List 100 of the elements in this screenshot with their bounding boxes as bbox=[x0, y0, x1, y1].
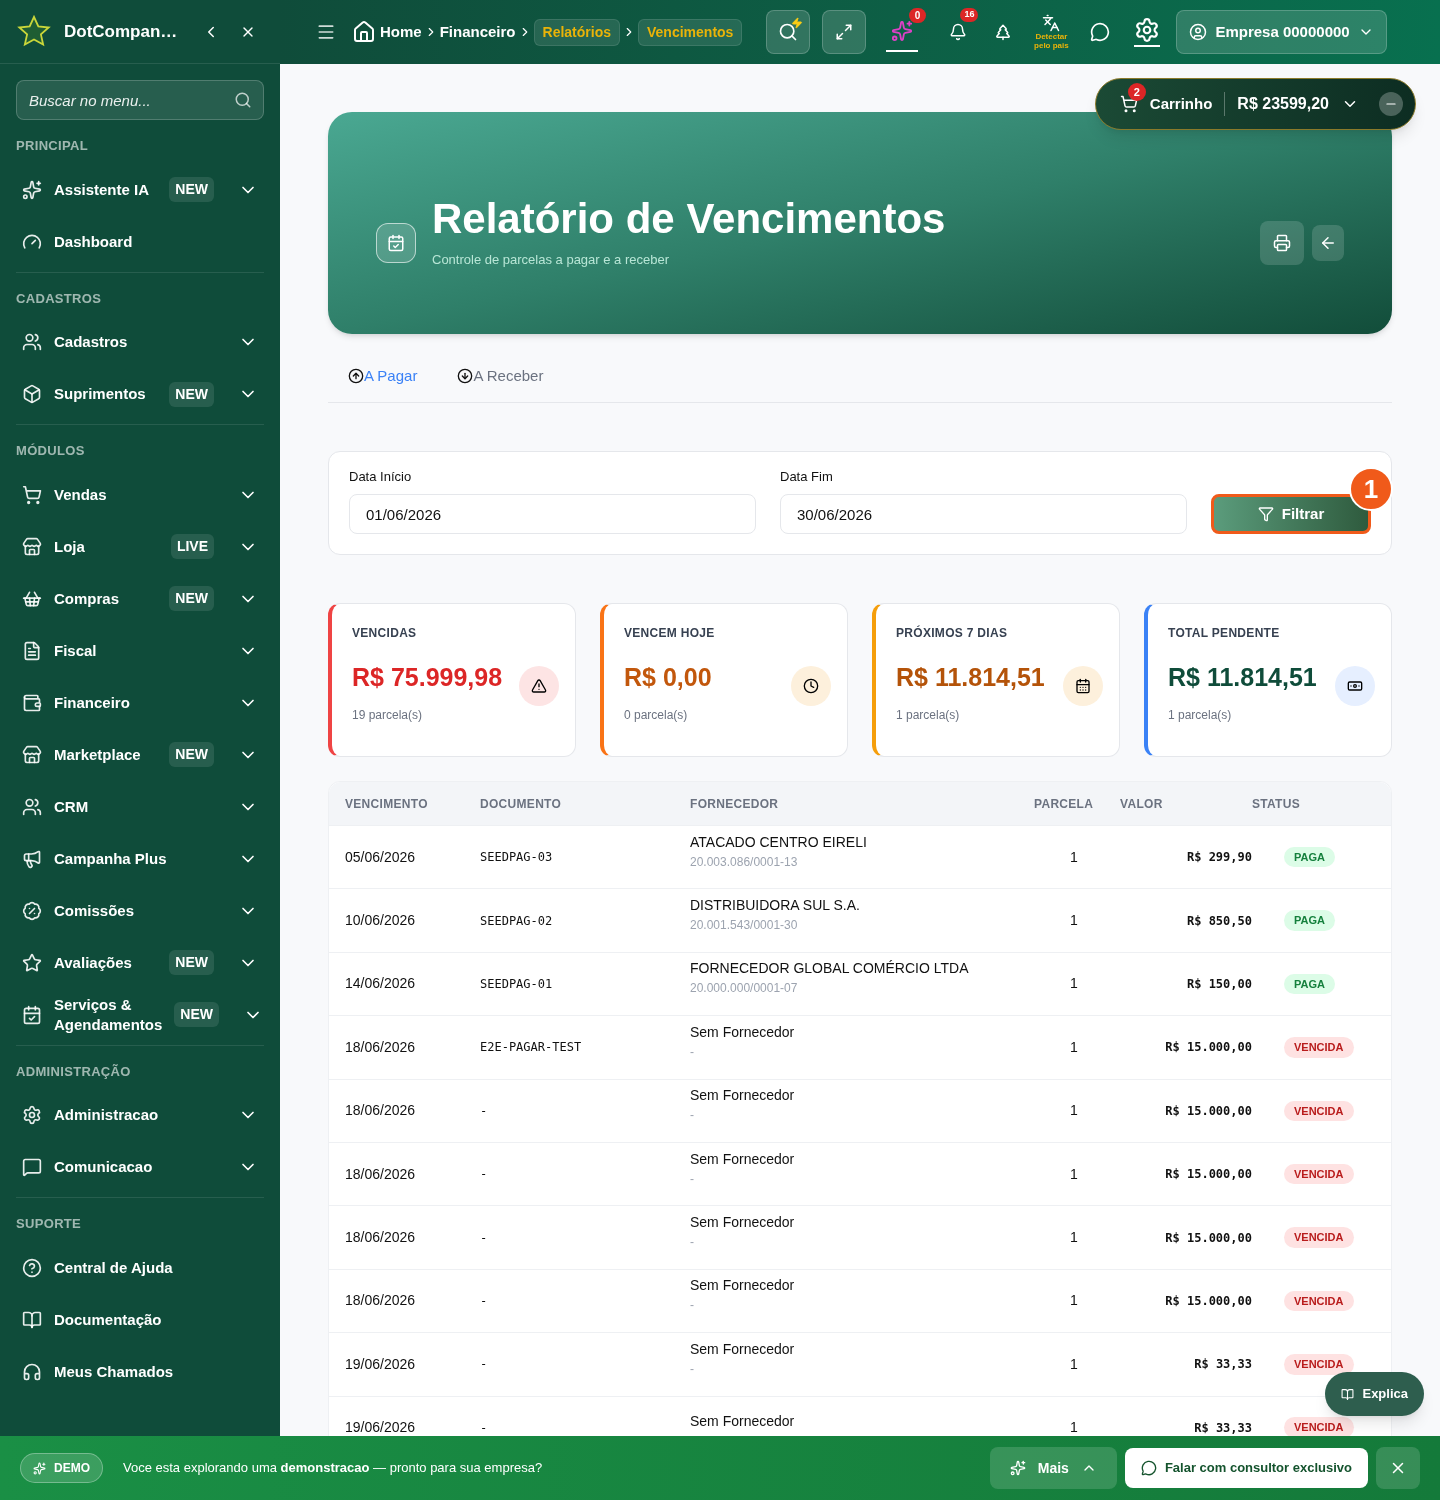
menu-item[interactable]: Central de Ajuda bbox=[16, 1241, 264, 1294]
status-badge: VENCIDA bbox=[1284, 1037, 1354, 1058]
menu-item[interactable]: Meus Chamados bbox=[16, 1345, 264, 1398]
table-cell-text: E2E-PAGAR-TEST bbox=[480, 1039, 582, 1057]
consultant-button[interactable]: Falar com consultor exclusivo bbox=[1124, 1448, 1368, 1488]
breadcrumb-link[interactable]: Financeiro bbox=[439, 20, 516, 44]
stat-value: R$ 11.814,51 bbox=[896, 662, 1045, 694]
minimize-button[interactable] bbox=[1379, 92, 1403, 116]
status-badge: PAGA bbox=[1284, 910, 1335, 931]
menu-item[interactable]: Fiscal bbox=[16, 624, 264, 677]
column-header: STATUS bbox=[1252, 795, 1301, 813]
table-cell-text: R$ 15.000,00 bbox=[1165, 1102, 1252, 1120]
supplier-tax-id: - bbox=[690, 1234, 694, 1252]
megaphone-icon bbox=[22, 848, 42, 869]
menu-item[interactable]: Cadastros bbox=[16, 316, 264, 368]
language-button[interactable]: Detectar pelo pais bbox=[1032, 14, 1071, 50]
status-badge: VENCIDA bbox=[1284, 1227, 1354, 1248]
supplier-tax-id: - bbox=[690, 1107, 694, 1125]
page-subtitle: Controle de parcelas a pagar e a receber bbox=[432, 250, 671, 269]
clock-icon bbox=[791, 666, 831, 706]
whatsapp-button[interactable] bbox=[1090, 22, 1111, 42]
status-badge: PAGA bbox=[1284, 846, 1335, 868]
menu-badge: NEW bbox=[169, 586, 214, 611]
tab[interactable]: A Pagar bbox=[348, 364, 418, 388]
bell-icon bbox=[949, 23, 968, 41]
tree-icon bbox=[994, 23, 1013, 41]
cart-pill[interactable]: 2 Carrinho R$ 23599,20 bbox=[1094, 78, 1416, 130]
stat-sub: 1 parcela(s) bbox=[1168, 707, 1232, 724]
document-icon bbox=[22, 640, 42, 661]
sparkles-icon bbox=[891, 20, 914, 42]
expand-icon bbox=[835, 23, 854, 41]
box-icon bbox=[22, 384, 42, 404]
help-icon bbox=[22, 1257, 42, 1278]
store-icon bbox=[22, 536, 42, 557]
headset-icon bbox=[22, 1361, 42, 1382]
menu-item[interactable]: Assistente IA NEW bbox=[16, 163, 264, 216]
settings-button[interactable] bbox=[1134, 17, 1161, 47]
table-cell-text: - bbox=[480, 1229, 488, 1247]
stat-sub: 19 parcela(s) bbox=[352, 707, 423, 724]
table-cell-text: 18/06/2026 bbox=[345, 1164, 416, 1184]
menu-item[interactable]: Compras NEW bbox=[16, 572, 264, 625]
menu-item[interactable]: CRM bbox=[16, 780, 264, 833]
stat-label: VENCIDAS bbox=[352, 625, 417, 642]
menu-badge: LIVE bbox=[170, 534, 214, 559]
stat-value: R$ 75.999,98 bbox=[352, 662, 503, 694]
menu-item[interactable]: Suprimentos NEW bbox=[16, 368, 264, 420]
menu-item[interactable]: Administracao bbox=[16, 1089, 264, 1141]
menu-item[interactable]: Marketplace NEW bbox=[16, 728, 264, 781]
supplier-name: DISTRIBUIDORA SUL S.A. bbox=[690, 896, 860, 916]
print-button[interactable] bbox=[1260, 221, 1304, 265]
menu-icon[interactable] bbox=[316, 22, 336, 42]
cart-total: R$ 23599,20 bbox=[1237, 94, 1329, 114]
explain-button[interactable]: Explica bbox=[1325, 1372, 1424, 1416]
book-icon bbox=[22, 1309, 42, 1330]
supplier-tax-id: 20.001.543/0001-30 bbox=[690, 917, 798, 935]
menu-item[interactable]: Vendas bbox=[16, 468, 264, 521]
table-cell-text: R$ 299,90 bbox=[1186, 849, 1252, 867]
table-cell-text: 1 bbox=[1070, 1101, 1078, 1121]
fullscreen-button[interactable] bbox=[822, 10, 867, 54]
table-cell-text: SEEDPAG-01 bbox=[480, 975, 553, 993]
column-header: VALOR bbox=[1120, 795, 1163, 813]
tree-button[interactable] bbox=[994, 23, 1013, 41]
tab[interactable]: A Receber bbox=[457, 364, 544, 388]
table-cell-text: 19/06/2026 bbox=[345, 1418, 416, 1438]
back-button[interactable] bbox=[1312, 225, 1344, 261]
account-button[interactable]: Empresa 00000000 bbox=[1176, 10, 1387, 54]
count-badge: 16 bbox=[960, 8, 979, 22]
table-cell-text: - bbox=[480, 1166, 488, 1184]
table-cell-text: 05/06/2026 bbox=[345, 847, 416, 867]
menu-item[interactable]: Loja LIVE bbox=[16, 520, 264, 573]
menu-item[interactable]: Comissões bbox=[16, 884, 264, 937]
basket-icon bbox=[22, 588, 42, 609]
cart-icon bbox=[22, 484, 42, 505]
menu-item[interactable]: Campanha Plus bbox=[16, 832, 264, 885]
arrow-up-circle-icon bbox=[348, 368, 364, 384]
menu-badge: NEW bbox=[169, 177, 214, 202]
search-button[interactable] bbox=[766, 10, 811, 54]
cart-count: 2 bbox=[1127, 83, 1146, 101]
end-date-field[interactable]: 30/06/2026 bbox=[780, 494, 1187, 534]
table-cell-text: SEEDPAG-03 bbox=[480, 849, 553, 867]
start-date-field[interactable]: 01/06/2026 bbox=[349, 494, 756, 534]
translate-icon bbox=[1042, 14, 1061, 32]
menu-badge: NEW bbox=[169, 950, 214, 975]
table-cell-text: 1 bbox=[1070, 1418, 1078, 1438]
menu-item[interactable]: Dashboard bbox=[16, 215, 264, 268]
breadcrumb-chip[interactable]: Relatórios bbox=[533, 18, 620, 46]
calendar-icon bbox=[1063, 666, 1103, 706]
demo-badge: DEMO bbox=[20, 1453, 103, 1483]
stat-label: TOTAL PENDENTE bbox=[1168, 625, 1280, 642]
menu-item[interactable]: Serviços & Agendamentos NEW bbox=[16, 988, 264, 1041]
menu-item[interactable]: Financeiro bbox=[16, 676, 264, 729]
breadcrumb-link[interactable]: Home bbox=[352, 20, 422, 44]
status-badge: VENCIDA bbox=[1284, 1354, 1354, 1375]
stat-sub: 1 parcela(s) bbox=[896, 707, 960, 724]
more-button[interactable]: Mais bbox=[989, 1447, 1117, 1489]
table-cell-text: R$ 150,00 bbox=[1186, 975, 1252, 993]
menu-item[interactable]: Avaliações NEW bbox=[16, 936, 264, 989]
table-cell-text: R$ 15.000,00 bbox=[1165, 1292, 1252, 1310]
menu-item[interactable]: Documentação bbox=[16, 1293, 264, 1346]
menu-item[interactable]: Comunicacao bbox=[16, 1141, 264, 1193]
